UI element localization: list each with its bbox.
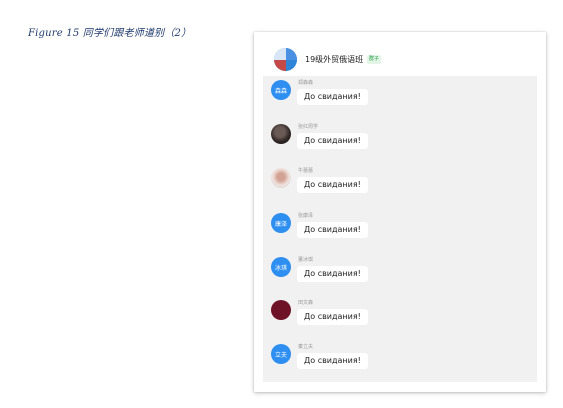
message-bubble[interactable]: До свидания! <box>297 177 368 193</box>
avatar[interactable] <box>271 300 291 320</box>
avatar[interactable]: 康泽 <box>271 213 291 233</box>
chat-screenshot: 19级外贸俄语班 群子 森森 郑森森 До свидания! 张红周学 До … <box>254 32 546 392</box>
message-item: 冰琪 董冰琪 До свидания! <box>271 257 521 297</box>
group-title: 19级外贸俄语班 <box>305 55 364 64</box>
message-item: 森森 郑森森 До свидания! <box>271 80 521 120</box>
chat-header: 19级外贸俄语班 群子 <box>254 32 546 76</box>
message-bubble[interactable]: До свидания! <box>297 353 368 369</box>
message-bubble[interactable]: До свидания! <box>297 309 368 325</box>
message-bubble[interactable]: До свидания! <box>297 266 368 282</box>
message-item: 张红周学 До свидания! <box>271 124 521 164</box>
sender-name: 董冰琪 <box>298 257 314 263</box>
avatar[interactable] <box>271 124 291 144</box>
avatar[interactable]: 冰琪 <box>271 257 291 277</box>
message-item: 立夫 秦立夫 До свидания! <box>271 344 521 384</box>
sender-name: 田文森 <box>298 300 314 306</box>
sender-name: 张红周学 <box>298 124 319 130</box>
sender-name: 牛蕾蕾 <box>298 168 314 174</box>
message-item: 康泽 张康泽 До свидания! <box>271 213 521 253</box>
sender-name: 张康泽 <box>298 213 314 219</box>
sender-name: 郑森森 <box>298 80 314 86</box>
avatar[interactable]: 森森 <box>271 80 291 100</box>
group-avatar[interactable] <box>274 48 297 71</box>
figure-caption: Figure 15 同学们跟老师道别（2） <box>28 28 192 39</box>
sender-name: 秦立夫 <box>298 344 314 350</box>
message-item: 田文森 До свидания! <box>271 300 521 340</box>
avatar[interactable] <box>271 168 291 188</box>
message-bubble[interactable]: До свидания! <box>297 222 368 238</box>
message-list: 森森 郑森森 До свидания! 张红周学 До свидания! 牛蕾… <box>263 76 537 382</box>
group-tag-badge: 群子 <box>367 55 382 64</box>
message-bubble[interactable]: До свидания! <box>297 89 368 105</box>
avatar[interactable]: 立夫 <box>271 344 291 364</box>
message-item: 牛蕾蕾 До свидания! <box>271 168 521 208</box>
message-bubble[interactable]: До свидания! <box>297 133 368 149</box>
